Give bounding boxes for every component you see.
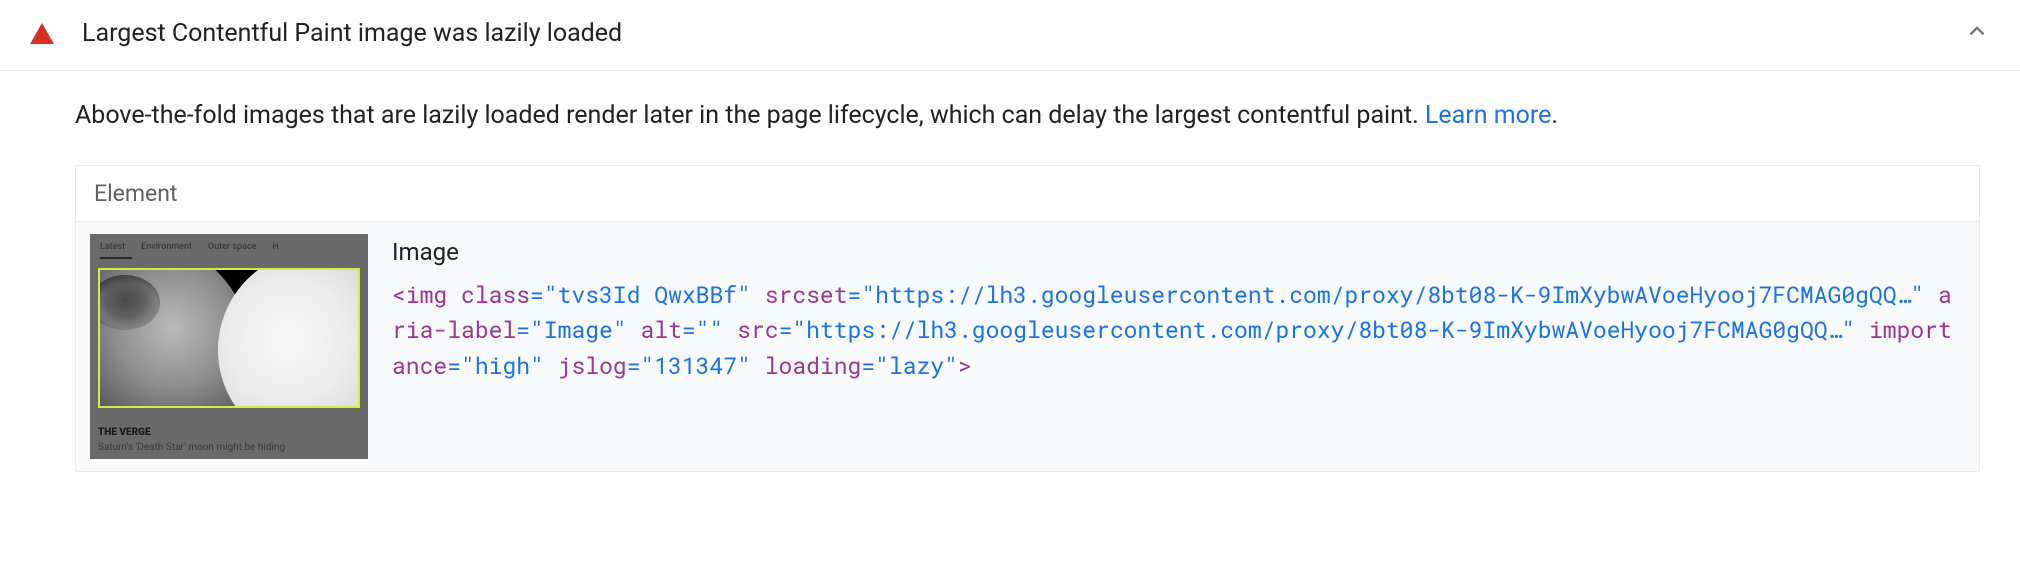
code-punct: = [848, 280, 862, 310]
crater-shape-icon [98, 275, 160, 330]
thumb-nav-item: Environment [141, 242, 192, 252]
table-row: Latest Environment Outer space H THE VER… [76, 222, 1979, 471]
code-tag-open: <img [392, 280, 447, 310]
thumb-brand: THE VERGE [98, 427, 360, 438]
code-punct: = [447, 351, 461, 381]
code-punct: = [530, 280, 544, 310]
code-val: "https://lh3.googleusercontent.com/proxy… [861, 280, 1924, 310]
code-val: "https://lh3.googleusercontent.com/proxy… [792, 315, 1855, 345]
code-val: "high" [461, 351, 544, 381]
element-details: Image <img class="tvs3Id QwxBBf" srcset=… [392, 234, 1963, 459]
element-table-header: Element [76, 166, 1979, 222]
code-val: "131347" [641, 351, 751, 381]
element-label: Image [392, 238, 1963, 266]
code-val: "Image" [530, 315, 627, 345]
code-attr: srcset [765, 280, 848, 310]
fail-triangle-icon [30, 23, 54, 44]
code-attr: jslog [558, 351, 627, 381]
thumb-nav-underline [100, 257, 132, 259]
code-attr: src [737, 315, 778, 345]
code-attr: loading [765, 351, 862, 381]
learn-more-link[interactable]: Learn more [1425, 101, 1551, 130]
element-code-snippet[interactable]: <img class="tvs3Id QwxBBf" srcset="https… [392, 278, 1963, 385]
code-attr: class [461, 280, 530, 310]
code-attr: alt [640, 315, 681, 345]
audit-body: Above-the-fold images that are lazily lo… [0, 71, 2020, 502]
thumb-nav-item: Latest [100, 242, 125, 252]
thumb-nav-item: Outer space [208, 242, 257, 252]
moon-shape-icon [218, 268, 360, 408]
code-punct: = [779, 315, 793, 345]
code-punct: = [516, 315, 530, 345]
code-val: "" [696, 315, 724, 345]
code-punct: = [682, 315, 696, 345]
thumb-footer: THE VERGE Saturn's 'Death Star' moon mig… [98, 427, 360, 453]
thumb-nav-item: H [272, 242, 278, 252]
thumb-caption: Saturn's 'Death Star' moon might be hidi… [98, 442, 360, 453]
element-table: Element Latest Environment Outer space H [75, 165, 1980, 472]
audit-header[interactable]: Largest Contentful Paint image was lazil… [0, 0, 2020, 71]
thumb-highlight-box [98, 268, 360, 408]
description-suffix: . [1551, 101, 1558, 130]
thumb-nav: Latest Environment Outer space H [90, 234, 368, 256]
audit-title: Largest Contentful Paint image was lazil… [82, 19, 1964, 48]
description-text: Above-the-fold images that are lazily lo… [75, 101, 1425, 130]
audit-panel: Largest Contentful Paint image was lazil… [0, 0, 2020, 502]
code-punct: = [861, 351, 875, 381]
code-val: "lazy" [875, 351, 958, 381]
audit-description: Above-the-fold images that are lazily lo… [75, 97, 1980, 135]
element-thumbnail: Latest Environment Outer space H THE VER… [90, 234, 368, 459]
chevron-up-icon[interactable] [1964, 18, 1990, 48]
code-punct: = [627, 351, 641, 381]
code-val: "tvs3Id QwxBBf" [544, 280, 751, 310]
code-tag-close: > [958, 351, 972, 381]
